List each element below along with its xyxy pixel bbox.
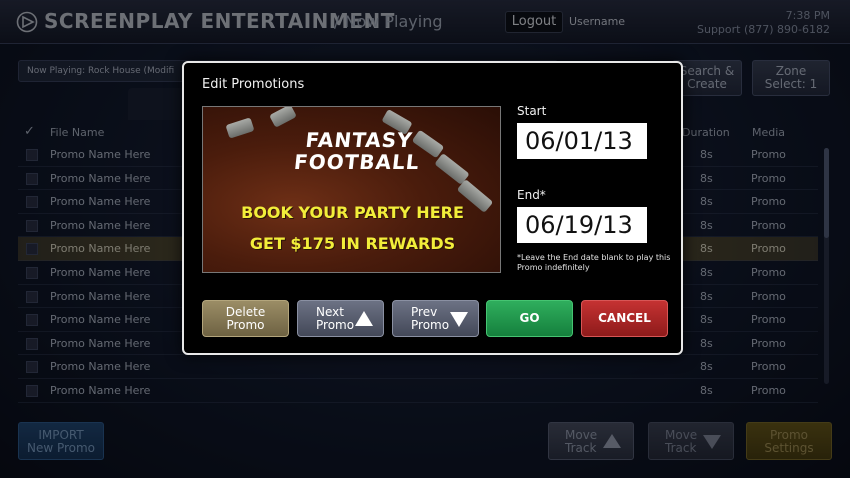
promo-headline-line-1: FANTASY [304,128,414,152]
end-date-label: End* [517,188,546,202]
triangle-down-icon [450,312,468,327]
delete-label-2: Promo [226,318,265,332]
promo-headline-line-2: FOOTBALL [292,150,421,174]
start-date-label: Start [517,104,547,118]
promo-preview-image: FANTASY FOOTBALL BOOK YOUR PARTY HERE GE… [202,106,501,273]
dialog-title: Edit Promotions [202,77,305,92]
next-promo-button[interactable]: Next Promo [297,300,384,337]
end-date-note: *Leave the End date blank to play this P… [517,253,671,272]
start-date-field[interactable]: 06/01/13 [517,123,647,159]
promo-headline: FANTASY FOOTBALL [291,128,426,174]
end-date-field[interactable]: 06/19/13 [517,207,647,243]
prev-promo-button[interactable]: Prev Promo [392,300,479,337]
lace-decoration [269,107,297,128]
go-button[interactable]: GO [486,300,573,337]
promo-line-2: GET $175 IN REWARDS [249,234,456,253]
triangle-up-icon [355,311,373,326]
lace-decoration [225,117,255,139]
promo-line-1: BOOK YOUR PARTY HERE [241,203,464,222]
delete-promo-button[interactable]: Delete Promo [202,300,289,337]
edit-promotions-dialog: Edit Promotions FANTASY FOOTBALL BOOK YO… [182,61,683,355]
cancel-button[interactable]: CANCEL [581,300,668,337]
